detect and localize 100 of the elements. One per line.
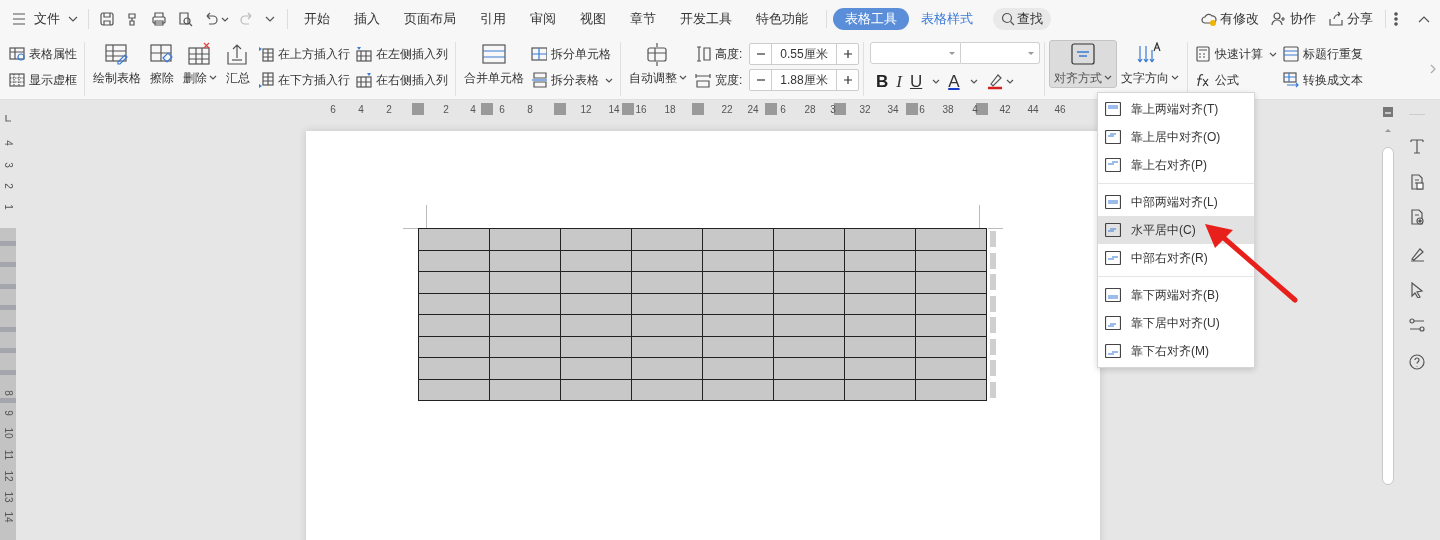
ribbon-tab[interactable]: 章节 xyxy=(618,8,668,30)
ruler-number: 24 xyxy=(747,103,759,117)
highlighter-icon[interactable] xyxy=(985,72,1004,90)
alignment-icon xyxy=(1105,344,1121,358)
ribbon-button[interactable]: 在下方插入行 xyxy=(258,70,350,90)
format-button[interactable]: B xyxy=(876,72,889,90)
ruler-marker[interactable] xyxy=(412,103,424,115)
ruler-number: 4 xyxy=(470,103,476,117)
file-menu[interactable]: 文件 xyxy=(34,9,78,29)
ribbon-button[interactable]: 汇总 xyxy=(221,40,255,88)
ribbon-button[interactable]: 表格属性 xyxy=(9,44,77,64)
menu-item[interactable]: 靠上两端对齐(T) xyxy=(1098,95,1254,123)
plus-icon xyxy=(842,49,853,59)
document-icon[interactable] xyxy=(1409,174,1425,190)
ribbon-button[interactable]: 对齐方式 xyxy=(1049,40,1117,88)
toolbar-button[interactable]: 协作 xyxy=(1271,9,1316,29)
format-button[interactable]: I xyxy=(896,72,902,90)
scrollbar-thumb[interactable] xyxy=(1382,147,1394,485)
scroll-up-icon[interactable] xyxy=(1384,128,1392,133)
spin-field[interactable]: 1.88厘米 xyxy=(749,69,859,91)
ribbon-button[interactable]: 删除 xyxy=(179,40,221,88)
alignment-icon xyxy=(1105,158,1121,172)
menu-item[interactable]: 靠下居中对齐(U) xyxy=(1098,309,1254,337)
ribbon-button[interactable]: 绘制表格 xyxy=(89,40,145,88)
spin-field[interactable]: 0.55厘米 xyxy=(749,43,859,65)
menu-item[interactable]: 中部右对齐(R) xyxy=(1098,244,1254,272)
ribbon-button[interactable]: 文字方向 xyxy=(1117,40,1183,88)
menu-item[interactable]: 中部两端对齐(L) xyxy=(1098,188,1254,216)
ruler-marker[interactable] xyxy=(0,398,16,403)
ribbon-button[interactable]: 自动调整 xyxy=(625,40,691,88)
ribbon-button[interactable]: 合并单元格 xyxy=(460,40,528,88)
more-icon[interactable] xyxy=(1394,12,1398,26)
ribbon-button[interactable]: 拆分单元格 xyxy=(531,44,613,64)
search-button[interactable]: 查找 xyxy=(993,8,1051,30)
menu-item[interactable]: 靠下右对齐(M) xyxy=(1098,337,1254,365)
ruler-marker[interactable] xyxy=(0,262,16,267)
ribbon-button[interactable]: 拆分表格 xyxy=(531,70,613,90)
ruler-marker[interactable] xyxy=(0,241,16,246)
menu-item[interactable]: 靠下两端对齐(B) xyxy=(1098,281,1254,309)
ruler-marker[interactable] xyxy=(906,103,918,115)
format-button[interactable]: U xyxy=(909,72,923,90)
menu-item[interactable]: 靠上右对齐(P) xyxy=(1098,151,1254,179)
toolbar-button[interactable]: 分享 xyxy=(1328,9,1373,29)
ribbon-button[interactable]: 转换成文本 xyxy=(1283,70,1363,90)
ribbon-tab[interactable]: 插入 xyxy=(342,8,392,30)
sliders-icon[interactable] xyxy=(1409,317,1425,333)
ruler-number: 2 xyxy=(3,183,13,189)
ruler-marker[interactable] xyxy=(692,103,704,115)
collapse-icon[interactable] xyxy=(1418,15,1430,23)
ruler-marker[interactable] xyxy=(765,103,777,115)
ruler-marker[interactable] xyxy=(0,370,16,375)
format-button[interactable]: A xyxy=(948,72,960,90)
pen-icon[interactable] xyxy=(1409,246,1425,262)
ruler-number: 4 xyxy=(358,103,364,117)
ribbon-tab[interactable]: 引用 xyxy=(468,8,518,30)
ribbon-tab[interactable]: 开始 xyxy=(292,8,342,30)
ruler-marker[interactable] xyxy=(0,305,16,310)
ruler-marker[interactable] xyxy=(834,103,846,115)
print-preview-icon[interactable] xyxy=(177,11,193,27)
ruler-marker[interactable] xyxy=(481,103,493,115)
document-settings-icon[interactable] xyxy=(1409,209,1425,225)
ribbon-tab[interactable]: 特色功能 xyxy=(744,8,820,30)
ruler-marker[interactable] xyxy=(554,103,566,115)
ribbon-button[interactable]: 快速计算 xyxy=(1195,44,1277,64)
ruler-number: 3 xyxy=(3,162,13,168)
ruler-marker[interactable] xyxy=(0,327,16,332)
ribbon-tab[interactable]: 页面布局 xyxy=(392,8,468,30)
menu-icon[interactable] xyxy=(12,13,26,25)
font-name-field[interactable] xyxy=(870,42,961,64)
ribbon-tab[interactable]: 视图 xyxy=(568,8,618,30)
ribbon-button[interactable]: 公式 xyxy=(1195,70,1277,90)
ribbon-tab[interactable]: 开发工具 xyxy=(668,8,744,30)
ribbon-button[interactable]: 标题行重复 xyxy=(1283,44,1363,64)
insert-column-right-icon xyxy=(356,72,372,88)
ribbon-button[interactable]: 显示虚框 xyxy=(9,70,77,90)
ruler-number: 6 xyxy=(919,103,925,117)
toolbar-button[interactable]: 有修改 xyxy=(1201,9,1259,29)
ribbon-tab[interactable]: 表格样式 xyxy=(909,8,985,30)
ruler-marker[interactable] xyxy=(0,284,16,289)
ribbon-button[interactable]: 在左侧插入列 xyxy=(356,44,448,64)
menu-item[interactable]: 水平居中(C) xyxy=(1098,216,1254,244)
print-icon[interactable] xyxy=(151,11,167,27)
ribbon-button[interactable]: 在右侧插入列 xyxy=(356,70,448,90)
menu-item[interactable]: 靠上居中对齐(O) xyxy=(1098,123,1254,151)
ruler-marker[interactable] xyxy=(0,348,16,353)
cursor-icon[interactable] xyxy=(1409,282,1425,298)
save-icon[interactable] xyxy=(99,11,115,27)
ribbon-button[interactable]: 在上方插入行 xyxy=(258,44,350,64)
ribbon-button[interactable]: 擦除 xyxy=(145,40,179,88)
scroll-right-icon[interactable] xyxy=(1430,64,1436,74)
tab-stop-icon[interactable] xyxy=(4,114,12,122)
ruler-number: 6 xyxy=(330,103,336,117)
help-icon[interactable] xyxy=(1409,354,1425,370)
text-icon[interactable] xyxy=(1409,138,1425,154)
ruler-marker[interactable] xyxy=(976,103,988,115)
share-icon xyxy=(1328,11,1344,27)
font-size-field[interactable] xyxy=(961,42,1040,64)
ribbon-tab[interactable]: 审阅 xyxy=(518,8,568,30)
more-caret-icon[interactable] xyxy=(265,16,275,22)
ruler-marker[interactable] xyxy=(622,103,634,115)
